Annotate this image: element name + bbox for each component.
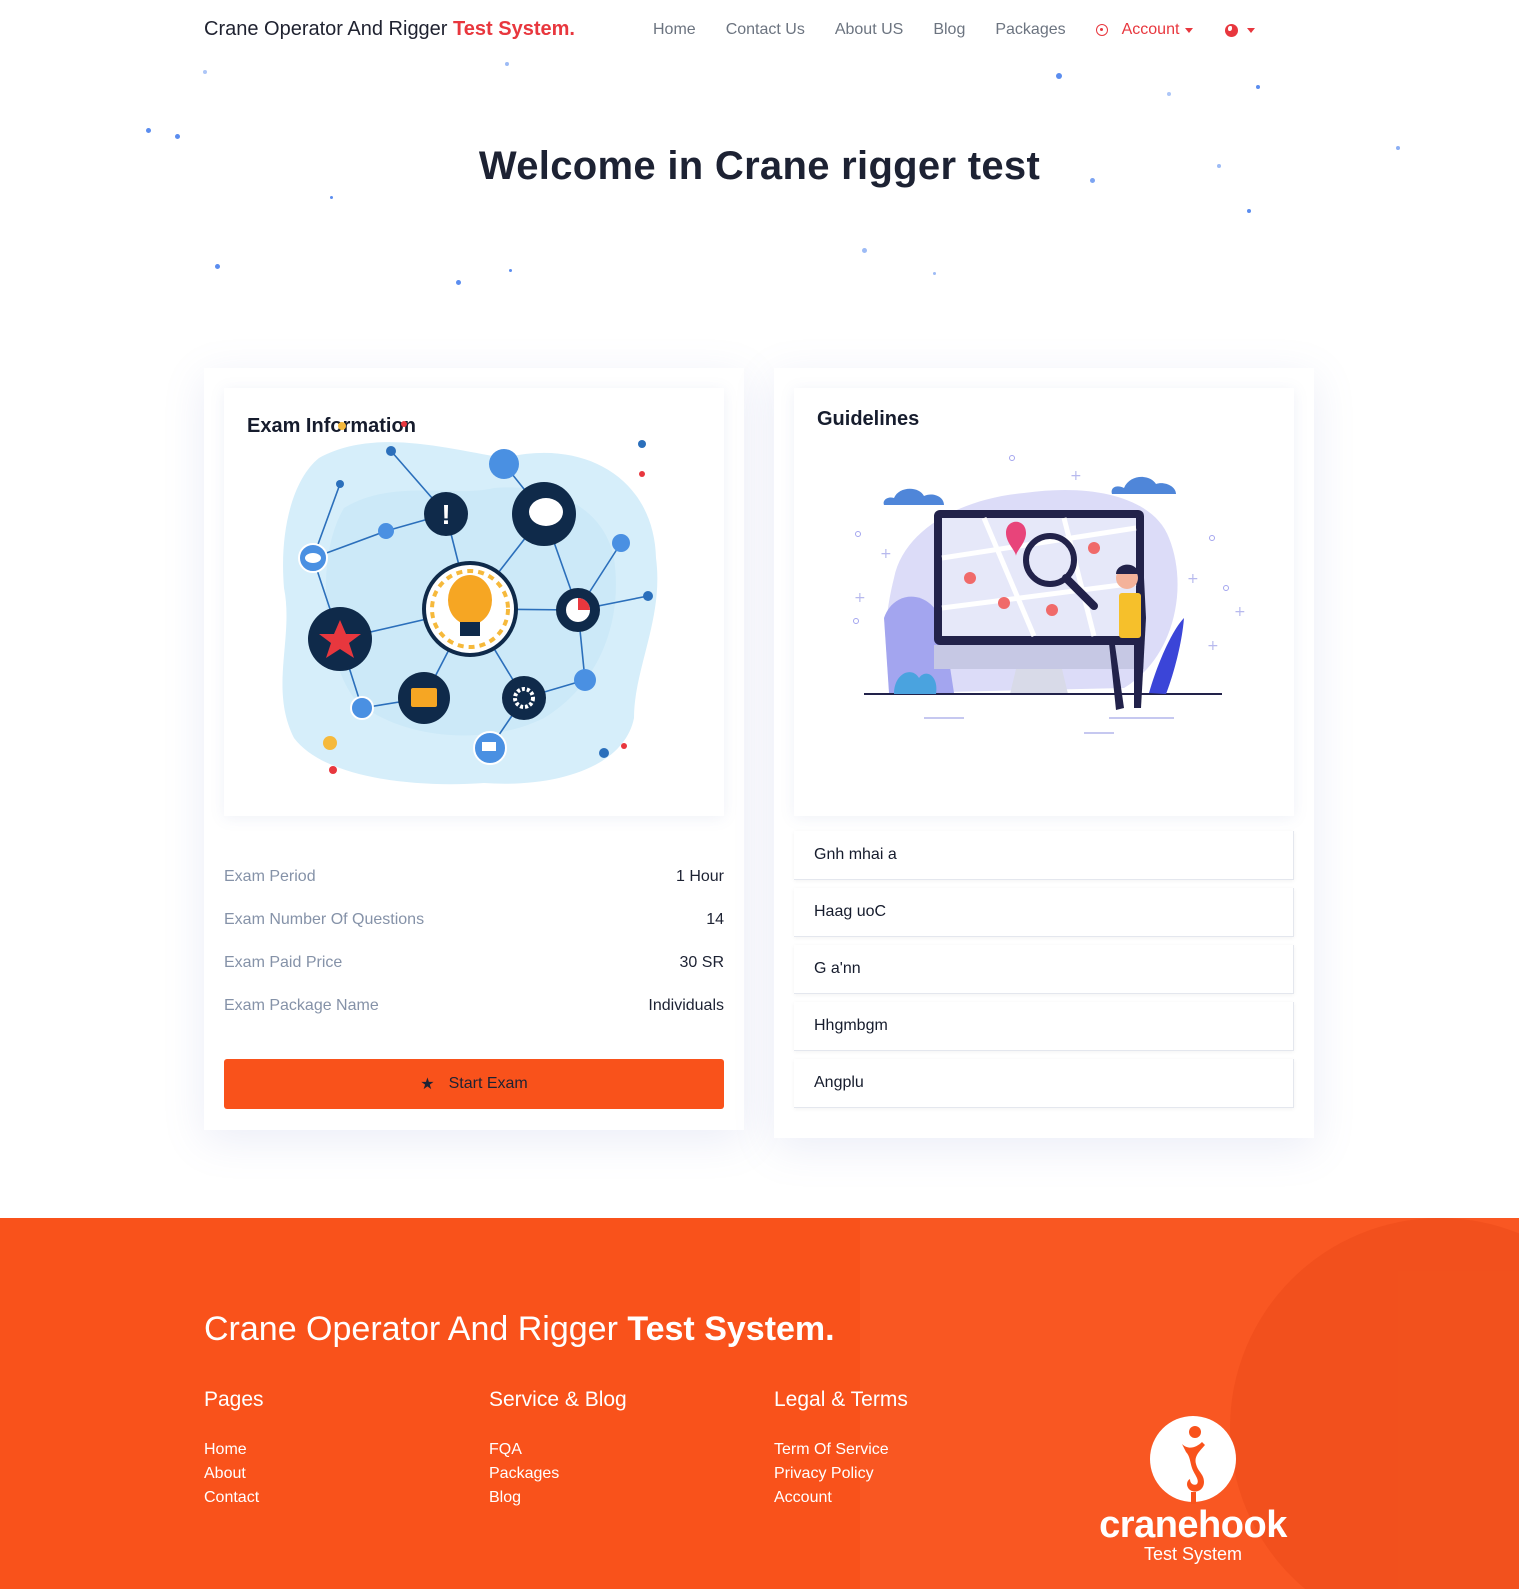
account-label: Account [1121, 21, 1180, 38]
top-navbar: Crane Operator And Rigger Test System. H… [0, 0, 1519, 62]
brand-prefix: Crane Operator And Rigger [204, 18, 448, 40]
brand-logo-text[interactable]: Crane Operator And Rigger Test System. [204, 18, 575, 41]
exam-info-list: Exam Period 1 Hour Exam Number Of Questi… [224, 855, 724, 1027]
guideline-item: Angplu [794, 1059, 1294, 1108]
nav-contact-us[interactable]: Contact Us [726, 21, 805, 39]
footer-brand-accent: Test System. [627, 1310, 835, 1348]
guidelines-illustration-card: Guidelines + + + + + + [794, 388, 1294, 816]
guideline-item: Gnh mhai a [794, 831, 1294, 880]
chevron-down-icon [1185, 27, 1194, 33]
info-label: Exam Period [224, 867, 316, 885]
footer-link-privacy[interactable]: Privacy Policy [774, 1462, 908, 1486]
page-title: Welcome in Crane rigger test [478, 144, 1041, 188]
target-icon [1095, 24, 1108, 36]
footer-col-title: Pages [204, 1388, 264, 1411]
guidelines-list: Gnh mhai a Haag uoC G a'nn Hhgmbgm Angpl… [794, 831, 1294, 1116]
logo-word: cranehook [1099, 1504, 1287, 1546]
star-icon: ★ [420, 1076, 435, 1093]
footer-link-blog[interactable]: Blog [489, 1486, 627, 1510]
exam-illustration-card: Exam Information ! [224, 388, 724, 816]
start-exam-button[interactable]: ★ Start Exam [224, 1059, 724, 1109]
footer-col-pages: Pages Home About Contact [204, 1388, 264, 1510]
cranehook-logo: cranehook Test System [1083, 1414, 1303, 1574]
footer-link-account[interactable]: Account [774, 1486, 908, 1510]
nav-about-us[interactable]: About US [835, 21, 903, 39]
brand-accent: Test System. [453, 18, 575, 40]
info-row: Exam Package Name Individuals [224, 984, 724, 1027]
svg-text:!: ! [441, 499, 450, 530]
globe-icon [1225, 23, 1239, 37]
svg-text:+: + [1070, 468, 1082, 484]
info-label: Exam Package Name [224, 996, 379, 1014]
svg-text:+: + [880, 546, 892, 562]
svg-text:+: + [1234, 604, 1246, 620]
info-value: 1 Hour [675, 867, 724, 885]
language-dropdown[interactable] [1225, 23, 1256, 37]
guideline-item: Hhgmbgm [794, 1002, 1294, 1051]
guideline-item: Haag uoC [794, 888, 1294, 937]
info-value: 30 SR [679, 953, 724, 971]
nav-packages[interactable]: Packages [995, 21, 1065, 39]
svg-text:+: + [854, 590, 866, 606]
footer-link-home[interactable]: Home [204, 1438, 264, 1462]
svg-text:+: + [1207, 638, 1219, 654]
footer-col-legal-terms: Legal & Terms Term Of Service Privacy Po… [774, 1388, 908, 1510]
footer-brand-prefix: Crane Operator And Rigger [204, 1310, 618, 1348]
network-illustration: ! [282, 421, 658, 785]
footer-col-service-blog: Service & Blog FQA Packages Blog [489, 1388, 627, 1510]
footer-link-contact[interactable]: Contact [204, 1486, 264, 1510]
footer-link-about[interactable]: About [204, 1462, 264, 1486]
footer-link-packages[interactable]: Packages [489, 1462, 627, 1486]
account-dropdown[interactable]: Account [1095, 21, 1194, 39]
footer-col-title: Legal & Terms [774, 1388, 908, 1411]
footer-brand: Crane Operator And Rigger Test System. [204, 1310, 835, 1349]
map-search-illustration: + + + + + + [853, 455, 1246, 734]
info-row: Exam Paid Price 30 SR [224, 941, 724, 984]
logo-subtitle: Test System [1143, 1544, 1243, 1564]
chevron-down-icon [1247, 27, 1256, 33]
info-value: 14 [706, 910, 724, 928]
footer-col-title: Service & Blog [489, 1388, 627, 1411]
info-label: Exam Number Of Questions [224, 910, 425, 928]
main-nav: Home Contact Us About US Blog Packages A… [653, 21, 1256, 39]
guideline-item: G a'nn [794, 945, 1294, 994]
start-exam-label: Start Exam [448, 1075, 528, 1092]
svg-text:+: + [1187, 571, 1199, 587]
crane-hook-icon [1150, 1416, 1236, 1504]
nav-blog[interactable]: Blog [933, 21, 965, 39]
footer-link-terms[interactable]: Term Of Service [774, 1438, 908, 1462]
info-label: Exam Paid Price [224, 953, 343, 971]
nav-home[interactable]: Home [653, 21, 696, 39]
info-value: Individuals [648, 996, 724, 1014]
footer: Crane Operator And Rigger Test System. P… [0, 1218, 1519, 1589]
info-row: Exam Period 1 Hour [224, 855, 724, 898]
info-row: Exam Number Of Questions 14 [224, 898, 724, 941]
footer-link-fqa[interactable]: FQA [489, 1438, 627, 1462]
